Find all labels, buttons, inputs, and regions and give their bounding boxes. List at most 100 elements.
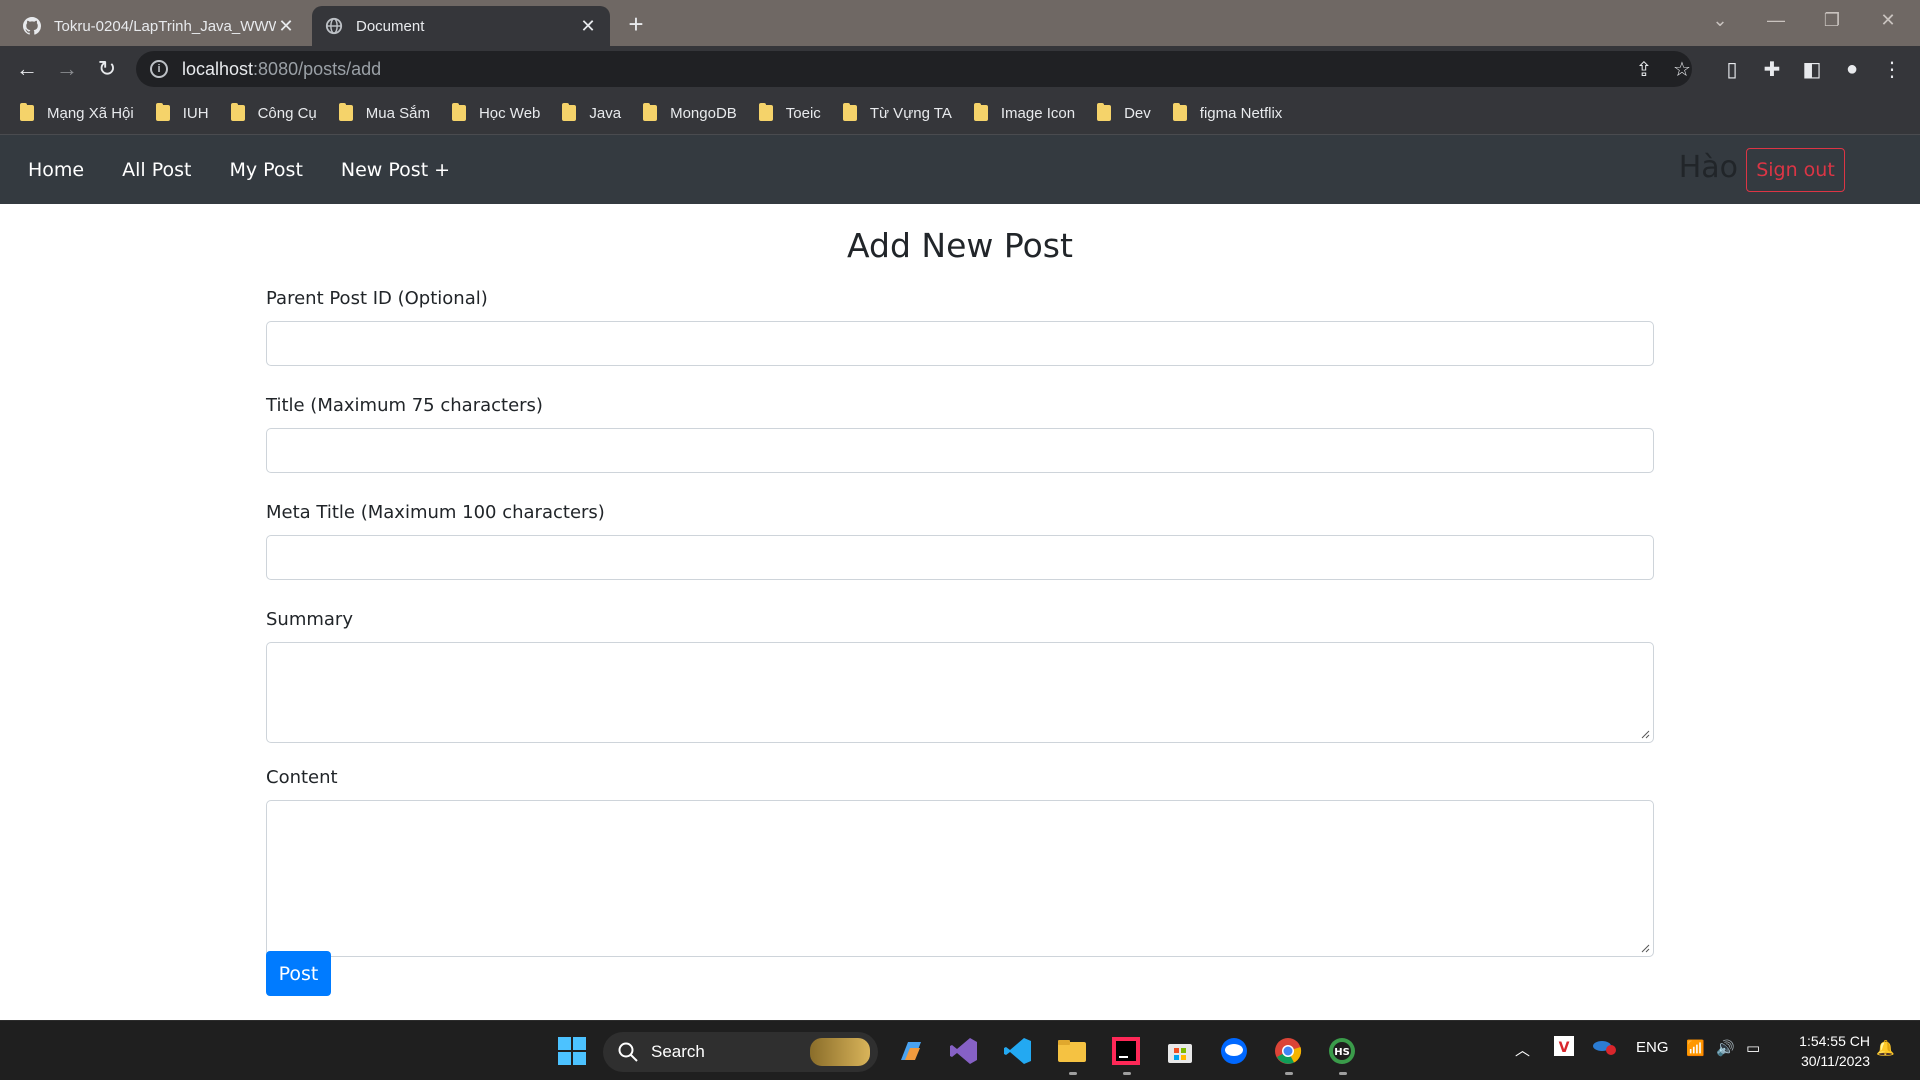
system-clock[interactable]: 1:54:55 CH 30/11/2023 bbox=[1788, 1031, 1870, 1071]
search-highlight-icon bbox=[810, 1038, 870, 1066]
folder-icon bbox=[451, 103, 466, 121]
bookmark-item[interactable]: Mua Sắm bbox=[338, 103, 430, 122]
side-panel-icon[interactable]: ◧ bbox=[1796, 53, 1828, 85]
bookmark-item[interactable]: MongoDB bbox=[643, 103, 737, 122]
tab-github[interactable]: Tokru-0204/LapTrinh_Java_WWW ✕ bbox=[10, 6, 308, 46]
windows-start-icon[interactable] bbox=[552, 1031, 592, 1071]
meta-title-input[interactable] bbox=[266, 535, 1654, 580]
vscode-icon[interactable] bbox=[998, 1031, 1038, 1071]
file-explorer-icon[interactable] bbox=[1052, 1031, 1092, 1071]
title-label: Title (Maximum 75 characters) bbox=[266, 395, 543, 416]
folder-icon bbox=[20, 103, 34, 121]
profile-icon[interactable]: ● bbox=[1836, 53, 1868, 85]
battery-icon[interactable]: ▭ bbox=[1746, 1039, 1760, 1057]
bookmark-label: figma Netflix bbox=[1199, 104, 1283, 122]
parent-id-input[interactable] bbox=[266, 321, 1654, 366]
folder-icon bbox=[643, 103, 658, 121]
bookmark-item[interactable]: Học Web bbox=[451, 103, 540, 122]
intellij-icon[interactable] bbox=[1106, 1031, 1146, 1071]
bookmark-star-icon[interactable]: ☆ bbox=[1666, 53, 1698, 85]
volume-icon[interactable]: 🔊 bbox=[1716, 1039, 1735, 1057]
phone-icon[interactable]: ▯ bbox=[1716, 53, 1748, 85]
restore-icon[interactable]: ❐ bbox=[1804, 0, 1860, 40]
folder-icon bbox=[842, 103, 857, 121]
bookmark-label: Mua Sắm bbox=[365, 104, 430, 122]
tab-search-icon[interactable]: ⌄ bbox=[1692, 0, 1748, 40]
ms-store-icon[interactable] bbox=[1160, 1031, 1200, 1071]
address-bar[interactable]: i localhost:8080/posts/add bbox=[136, 51, 1692, 87]
wifi-icon[interactable]: 📶 bbox=[1686, 1039, 1705, 1057]
parent-id-label: Parent Post ID (Optional) bbox=[266, 288, 488, 309]
bookmark-label: Công Cụ bbox=[257, 104, 317, 122]
bookmark-item[interactable]: Java bbox=[562, 103, 621, 122]
new-tab-button[interactable]: + bbox=[620, 8, 652, 40]
folder-icon bbox=[973, 103, 988, 121]
bookmarks-bar: Mạng Xã Hội IUH Công Cụ Mua Sắm Học Web Java M… bbox=[0, 92, 1920, 135]
sign-out-button[interactable]: Sign out bbox=[1746, 148, 1845, 192]
bookmark-item[interactable]: IUH bbox=[155, 103, 209, 122]
forward-icon[interactable]: → bbox=[51, 53, 83, 85]
share-icon[interactable]: ⇪ bbox=[1628, 53, 1660, 85]
resize-handle-icon[interactable] bbox=[1640, 729, 1650, 739]
bookmark-item[interactable]: Mạng Xã Hội bbox=[20, 103, 134, 122]
tab-document[interactable]: Document ✕ bbox=[312, 6, 610, 46]
bookmark-label: MongoDB bbox=[670, 104, 737, 122]
taskbar-search[interactable]: Search bbox=[603, 1032, 878, 1072]
language-indicator[interactable]: ENG bbox=[1636, 1039, 1669, 1056]
bookmark-item[interactable]: Công Cụ bbox=[230, 103, 317, 122]
bookmark-label: Toeic bbox=[785, 104, 821, 122]
windows-taskbar: Search HS ︿ V ENG 📶 🔊 ▭ 1:54:55 CH 30/11… bbox=[0, 1020, 1920, 1080]
title-input[interactable] bbox=[266, 428, 1654, 473]
nav-my-post[interactable]: My Post bbox=[229, 159, 302, 181]
running-indicator bbox=[1339, 1072, 1347, 1075]
globe-icon bbox=[324, 16, 344, 36]
running-indicator bbox=[1123, 1072, 1131, 1075]
nav-all-post[interactable]: All Post bbox=[122, 159, 191, 181]
resize-handle-icon[interactable] bbox=[1640, 943, 1650, 953]
zalo-icon[interactable] bbox=[1214, 1031, 1254, 1071]
folder-icon bbox=[562, 103, 577, 121]
notification-bell-icon[interactable]: 🔔 bbox=[1876, 1039, 1895, 1057]
hs-app-icon[interactable]: HS bbox=[1322, 1031, 1362, 1071]
bookmark-item[interactable]: Dev bbox=[1097, 103, 1151, 122]
running-indicator bbox=[1285, 1072, 1293, 1075]
bookmark-item[interactable]: figma Netflix bbox=[1172, 103, 1283, 122]
chrome-icon[interactable] bbox=[1268, 1031, 1308, 1071]
folder-icon bbox=[758, 103, 773, 121]
content-textarea[interactable] bbox=[266, 800, 1654, 957]
nav-new-post[interactable]: New Post + bbox=[341, 159, 450, 181]
folder-icon bbox=[1172, 103, 1187, 121]
url-host: localhost bbox=[182, 58, 254, 79]
show-hidden-icons[interactable]: ︿ bbox=[1515, 1039, 1530, 1060]
close-icon[interactable]: ✕ bbox=[578, 16, 598, 36]
copilot-icon[interactable] bbox=[891, 1031, 931, 1071]
folder-icon bbox=[1097, 103, 1112, 121]
onedrive-icon[interactable] bbox=[1591, 1035, 1617, 1061]
github-icon bbox=[22, 16, 42, 36]
bookmark-item[interactable]: Toeic bbox=[758, 103, 821, 122]
bookmark-label: Từ Vựng TA bbox=[869, 104, 952, 122]
reload-icon[interactable]: ↻ bbox=[91, 53, 123, 85]
vivaldi-tray-icon[interactable]: V bbox=[1553, 1035, 1575, 1061]
search-icon bbox=[618, 1042, 638, 1062]
bookmark-item[interactable]: Từ Vựng TA bbox=[842, 103, 952, 122]
close-icon[interactable]: ✕ bbox=[276, 16, 296, 36]
meta-title-label: Meta Title (Maximum 100 characters) bbox=[266, 502, 605, 523]
summary-textarea[interactable] bbox=[266, 642, 1654, 743]
visual-studio-icon[interactable] bbox=[944, 1031, 984, 1071]
clock-date: 30/11/2023 bbox=[1800, 1053, 1870, 1069]
nav-home[interactable]: Home bbox=[28, 159, 84, 181]
site-info-icon[interactable]: i bbox=[150, 60, 168, 78]
minimize-icon[interactable]: — bbox=[1748, 0, 1804, 40]
content-label: Content bbox=[266, 767, 338, 788]
running-indicator bbox=[1069, 1072, 1077, 1075]
post-submit-button[interactable]: Post bbox=[266, 951, 331, 996]
user-name: Hào bbox=[1678, 150, 1738, 185]
bookmark-item[interactable]: Image Icon bbox=[973, 103, 1075, 122]
window-close-icon[interactable]: ✕ bbox=[1860, 0, 1916, 40]
svg-text:V: V bbox=[1559, 1040, 1570, 1056]
back-icon[interactable]: ← bbox=[11, 53, 43, 85]
folder-icon bbox=[338, 103, 353, 121]
extensions-icon[interactable]: ✚ bbox=[1756, 53, 1788, 85]
menu-icon[interactable]: ⋮ bbox=[1876, 53, 1908, 85]
